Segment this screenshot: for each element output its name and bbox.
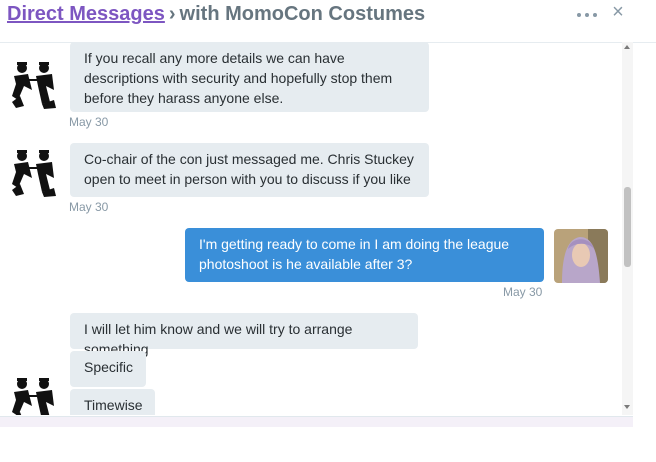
message-timestamp: May 30 — [69, 115, 109, 129]
close-button[interactable]: × — [608, 2, 628, 22]
scroll-down-arrow-icon[interactable] — [624, 405, 630, 409]
sender-avatar[interactable] — [6, 144, 60, 198]
conversation-title: with MomoCon Costumes — [179, 3, 426, 25]
message-timestamp: May 30 — [503, 285, 543, 299]
ellipsis-dot — [593, 13, 597, 17]
message-bubble: Specific — [70, 351, 146, 387]
breadcrumb-separator: › — [168, 3, 176, 25]
ellipsis-icon — [577, 13, 581, 17]
sender-avatar[interactable] — [6, 372, 60, 415]
message-bubble: Co-chair of the con just messaged me. Ch… — [70, 143, 429, 197]
direct-messages-link[interactable]: Direct Messages — [7, 3, 165, 25]
thread-scrollbar[interactable] — [622, 42, 633, 415]
message-bubble: I will let him know and we will try to a… — [70, 313, 418, 357]
message-bubble: If you recall any more details we can ha… — [70, 42, 429, 112]
ellipsis-dot — [585, 13, 589, 17]
dm-title: Direct Messages › with MomoCon Costumes — [7, 3, 425, 26]
message-bubble: Timewise — [70, 389, 155, 415]
message-thread[interactable]: If you recall any more details we can ha… — [0, 42, 622, 415]
scrollbar-thumb[interactable] — [624, 187, 631, 267]
sender-avatar[interactable] — [6, 56, 60, 110]
scroll-up-arrow-icon[interactable] — [624, 45, 630, 49]
message-timestamp: May 30 — [69, 200, 109, 214]
dm-header: Direct Messages › with MomoCon Costumes × — [0, 0, 656, 43]
compose-area[interactable] — [0, 416, 633, 427]
more-options-button[interactable] — [576, 6, 598, 22]
user-avatar[interactable] — [554, 229, 608, 283]
message-bubble-own: I'm getting ready to come in I am doing … — [185, 228, 544, 282]
